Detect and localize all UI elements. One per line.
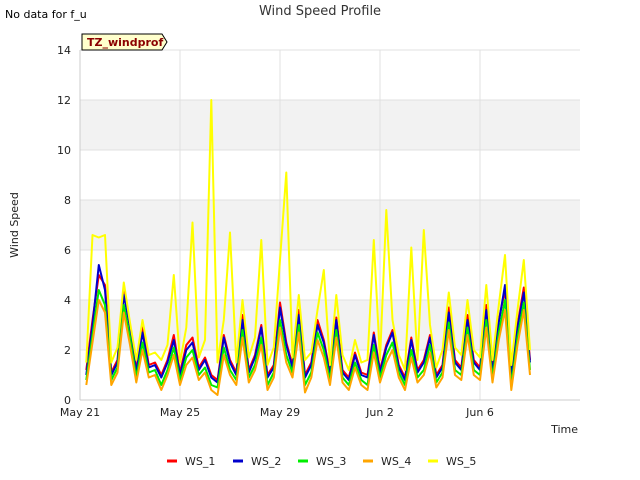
plot-area [79, 49, 580, 401]
background-band [80, 50, 580, 100]
y-tick-label: 6 [64, 244, 71, 257]
background-band [80, 200, 580, 250]
chart-title: Wind Speed Profile [259, 4, 381, 19]
legend-label: WS_1 [185, 455, 215, 468]
legend-label: WS_3 [316, 455, 346, 468]
x-tick-label: May 29 [260, 406, 300, 419]
x-axis-title: Time [550, 423, 578, 436]
background-band [80, 100, 580, 150]
y-axis-title: Wind Speed [8, 192, 21, 258]
x-tick-label: Jun 6 [465, 406, 494, 419]
x-tick-label: Jun 2 [365, 406, 394, 419]
wind-speed-chart: No data for f_u Wind Speed Profile 02468… [5, 4, 580, 468]
y-tick-label: 12 [57, 94, 71, 107]
y-tick-labels: 02468101214 [57, 44, 71, 407]
legend-label: WS_2 [251, 455, 281, 468]
x-tick-label: May 25 [160, 406, 200, 419]
y-tick-label: 10 [57, 144, 71, 157]
x-tick-label: May 21 [60, 406, 100, 419]
legend: WS_1 WS_2 WS_3 WS_4 WS_5 [167, 455, 476, 468]
y-tick-label: 4 [64, 294, 71, 307]
x-tick-labels: May 21 May 25 May 29 Jun 2 Jun 6 [60, 406, 494, 419]
tag-label: TZ_windprof [87, 36, 163, 49]
y-tick-label: 2 [64, 344, 71, 357]
background-bands [80, 50, 580, 400]
series-tag: TZ_windprof [81, 33, 168, 51]
legend-label: WS_5 [446, 455, 476, 468]
background-band [80, 150, 580, 200]
legend-label: WS_4 [381, 455, 411, 468]
y-tick-label: 8 [64, 194, 71, 207]
no-data-note: No data for f_u [5, 8, 87, 21]
y-tick-label: 14 [57, 44, 71, 57]
